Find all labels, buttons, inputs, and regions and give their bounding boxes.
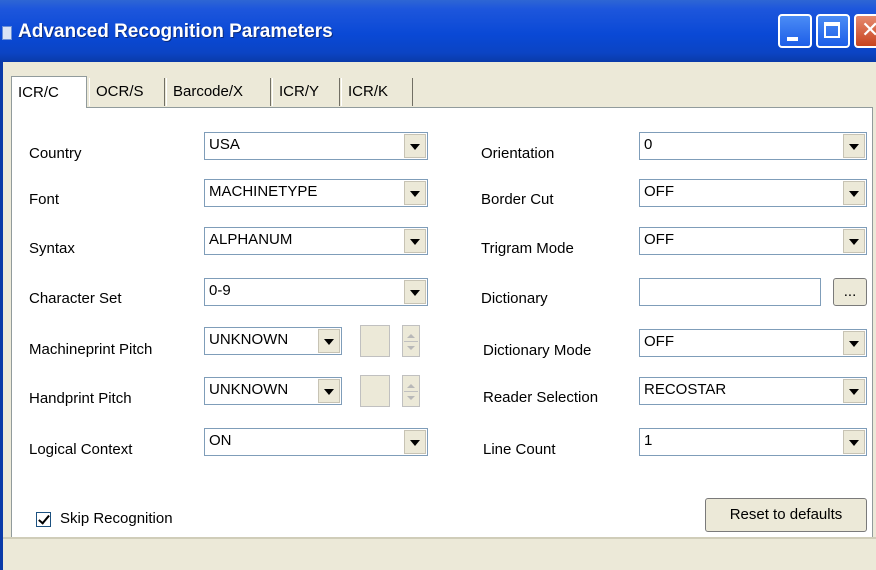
dialog-client: ICR/C OCR/S Barcode/X ICR/Y ICR/K Countr… xyxy=(0,62,876,570)
minimize-icon xyxy=(787,37,798,41)
logical-context-select[interactable]: ON xyxy=(204,428,428,456)
tab-icr-y[interactable]: ICR/Y xyxy=(272,78,340,106)
line-count-select[interactable]: 1 xyxy=(639,428,867,456)
chevron-down-icon[interactable] xyxy=(404,280,426,304)
chevron-down-icon[interactable] xyxy=(843,379,865,403)
maximize-icon xyxy=(824,22,840,38)
chevron-down-icon[interactable] xyxy=(843,134,865,158)
dictionary-mode-value: OFF xyxy=(644,333,674,350)
syntax-label: Syntax xyxy=(29,240,75,257)
border-cut-value: OFF xyxy=(644,183,674,200)
app-icon xyxy=(2,26,12,40)
skip-recognition-label[interactable]: Skip Recognition xyxy=(60,510,173,527)
country-label: Country xyxy=(29,145,82,162)
country-select[interactable]: USA xyxy=(204,132,428,160)
spin-down-icon xyxy=(407,396,415,400)
syntax-select[interactable]: ALPHANUM xyxy=(204,227,428,255)
window-title: Advanced Recognition Parameters xyxy=(18,21,333,42)
tab-icr-k[interactable]: ICR/K xyxy=(341,78,413,106)
character-set-label: Character Set xyxy=(29,290,122,307)
dictionary-mode-select[interactable]: OFF xyxy=(639,329,867,357)
machineprint-pitch-number[interactable] xyxy=(360,325,390,357)
font-label: Font xyxy=(29,191,60,208)
handprint-pitch-label: Handprint Pitch xyxy=(29,390,132,407)
trigram-mode-value: OFF xyxy=(644,231,674,248)
border-cut-label: Border Cut xyxy=(481,191,554,208)
dictionary-label: Dictionary xyxy=(481,290,548,307)
chevron-down-icon[interactable] xyxy=(404,430,426,454)
line-count-label: Line Count xyxy=(483,441,556,458)
font-value: MACHINETYPE xyxy=(209,183,318,200)
country-value: USA xyxy=(209,136,240,153)
orientation-select[interactable]: 0 xyxy=(639,132,867,160)
machineprint-pitch-select[interactable]: UNKNOWN xyxy=(204,327,342,355)
chevron-down-icon[interactable] xyxy=(404,181,426,205)
chevron-down-icon[interactable] xyxy=(404,229,426,253)
spin-divider xyxy=(404,391,418,392)
logical-context-value: ON xyxy=(209,432,232,449)
tab-icr-c[interactable]: ICR/C xyxy=(11,76,87,108)
machineprint-pitch-stepper[interactable] xyxy=(402,325,420,357)
tab-ocr-s[interactable]: OCR/S xyxy=(89,78,165,106)
maximize-button[interactable] xyxy=(816,14,850,48)
chevron-down-icon[interactable] xyxy=(843,229,865,253)
machineprint-pitch-value: UNKNOWN xyxy=(209,331,289,348)
tab-panel: Country USA Font MACHINETYPE Syntax ALPH… xyxy=(11,107,873,539)
syntax-value: ALPHANUM xyxy=(209,231,293,248)
tab-barcode-x[interactable]: Barcode/X xyxy=(166,78,271,106)
border-cut-select[interactable]: OFF xyxy=(639,179,867,207)
minimize-button[interactable] xyxy=(778,14,812,48)
trigram-mode-label: Trigram Mode xyxy=(481,240,574,257)
reader-selection-label: Reader Selection xyxy=(483,389,599,406)
logical-context-label: Logical Context xyxy=(29,441,133,458)
close-button[interactable]: ✕ xyxy=(854,14,876,48)
trigram-mode-select[interactable]: OFF xyxy=(639,227,867,255)
handprint-pitch-stepper[interactable] xyxy=(402,375,420,407)
divider xyxy=(3,537,876,539)
character-set-value: 0-9 xyxy=(209,282,231,299)
chevron-down-icon[interactable] xyxy=(404,134,426,158)
chevron-down-icon[interactable] xyxy=(843,331,865,355)
line-count-value: 1 xyxy=(644,432,653,449)
chevron-down-icon[interactable] xyxy=(318,379,340,403)
orientation-value: 0 xyxy=(644,136,653,153)
character-set-select[interactable]: 0-9 xyxy=(204,278,428,306)
spin-up-icon xyxy=(407,384,415,388)
orientation-label: Orientation xyxy=(481,145,555,162)
dictionary-browse-button[interactable]: ... xyxy=(833,278,867,306)
reader-selection-select[interactable]: RECOSTAR xyxy=(639,377,867,405)
dictionary-mode-label: Dictionary Mode xyxy=(483,342,592,359)
reset-defaults-button[interactable]: Reset to defaults xyxy=(705,498,867,532)
chevron-down-icon[interactable] xyxy=(843,181,865,205)
handprint-pitch-value: UNKNOWN xyxy=(209,381,289,398)
dictionary-input[interactable] xyxy=(639,278,821,306)
title-bar[interactable]: Advanced Recognition Parameters ✕ xyxy=(0,0,876,62)
close-icon: ✕ xyxy=(861,18,876,43)
spin-down-icon xyxy=(407,346,415,350)
chevron-down-icon[interactable] xyxy=(318,329,340,353)
skip-recognition-checkbox[interactable] xyxy=(36,512,51,527)
reader-selection-value: RECOSTAR xyxy=(644,381,727,398)
dialog-window: Advanced Recognition Parameters ✕ ICR/C … xyxy=(0,0,876,570)
spin-divider xyxy=(404,341,418,342)
spin-up-icon xyxy=(407,334,415,338)
font-select[interactable]: MACHINETYPE xyxy=(204,179,428,207)
chevron-down-icon[interactable] xyxy=(843,430,865,454)
handprint-pitch-select[interactable]: UNKNOWN xyxy=(204,377,342,405)
handprint-pitch-number[interactable] xyxy=(360,375,390,407)
machineprint-pitch-label: Machineprint Pitch xyxy=(29,341,153,358)
